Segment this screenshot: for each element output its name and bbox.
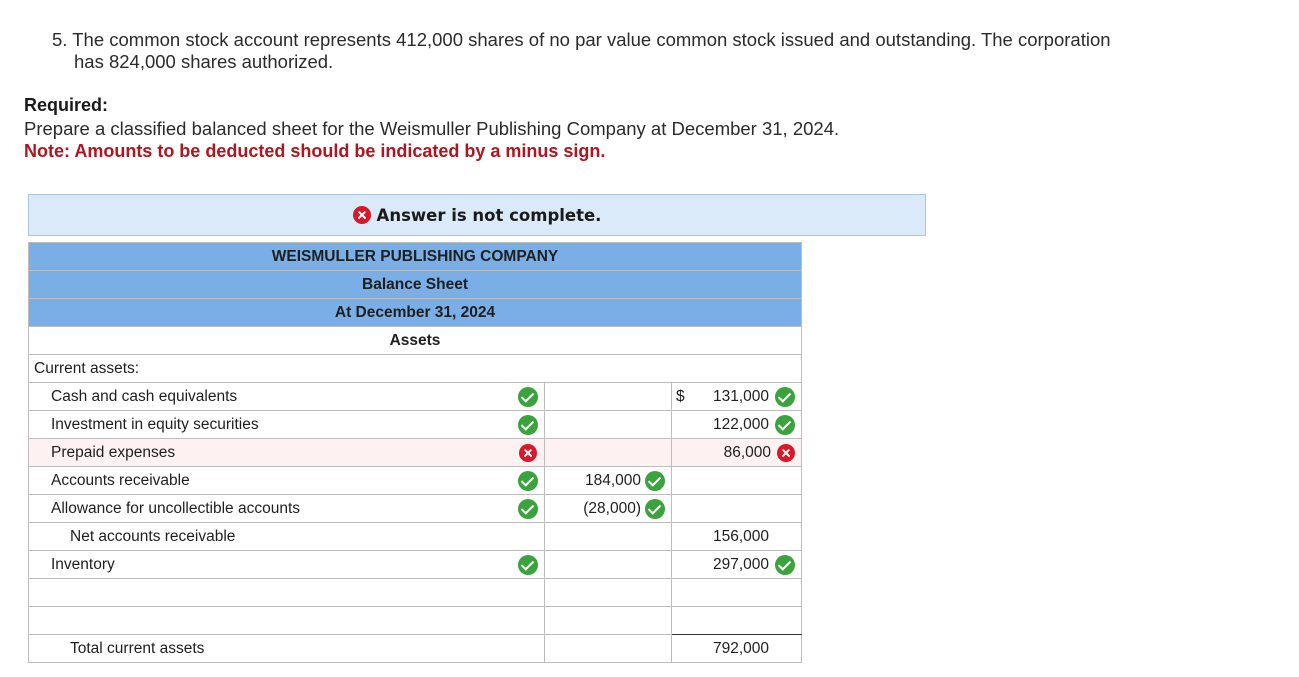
total-label: Total current assets [70,639,205,657]
row-label: Inventory [51,555,115,573]
row-amount-input[interactable]: 297,000 [670,550,803,579]
currency-symbol: $ [676,387,685,405]
row-mid-input[interactable] [544,438,672,467]
row-label-input[interactable] [28,578,545,607]
question-line-2: has 824,000 shares authorized. [74,51,334,72]
total-amount: 792,000 [713,639,770,657]
row-label: Cash and cash equivalents [51,387,238,405]
row-mid-cell [544,522,672,551]
section-row-assets: Assets [27,326,803,355]
total-mid-cell [544,634,672,663]
balance-sheet-table: WEISMULLER PUBLISHING COMPANY Balance Sh… [27,242,803,663]
row-label-cell[interactable]: Cash and cash equivalents [28,382,545,411]
row-mid-input[interactable]: 184,000 [544,466,672,495]
company-name: WEISMULLER PUBLISHING COMPANY [27,242,803,271]
correct-check-icon [775,414,796,435]
row-label-cell[interactable]: Allowance for uncollectible accounts [28,494,545,523]
row-amount-input[interactable]: $ 131,000 [670,382,803,411]
row-amount-cell: 156,000 [670,522,803,551]
row-label: Prepaid expenses [51,443,176,461]
row-label-cell[interactable]: Investment in equity securities [28,410,545,439]
row-amount-input[interactable] [670,606,803,635]
row-label: Accounts receivable [51,471,190,489]
incorrect-x-icon [777,443,796,462]
row-label: Investment in equity securities [51,415,259,433]
row-label-cell[interactable]: Accounts receivable [28,466,545,495]
row-amount-input[interactable] [670,466,803,495]
table-row: Prepaid expenses 86,000 [28,438,803,467]
row-mid-input[interactable] [544,382,672,411]
incorrect-x-icon [519,443,537,462]
row-label-cell[interactable]: Inventory [28,550,545,579]
total-amount-cell: 792,000 [670,634,803,663]
group-row-current-assets: Current assets: [27,354,803,383]
row-label-cell: Net accounts receivable [28,522,545,551]
statement-date: At December 31, 2024 [27,298,803,327]
row-label-cell[interactable]: Prepaid expenses [28,438,545,467]
header-row-company: WEISMULLER PUBLISHING COMPANY [27,242,803,271]
row-mid-value: 184,000 [584,471,641,489]
total-row: Total current assets 792,000 [28,634,803,663]
correct-check-icon [518,498,538,519]
row-mid-input[interactable] [544,606,672,635]
table-row-empty [28,578,803,607]
row-amount: 122,000 [713,415,770,433]
required-note: Note: Amounts to be deducted should be i… [24,141,606,161]
required-text: Prepare a classified balanced sheet for … [24,118,840,139]
section-title: Assets [27,326,803,355]
row-label: Net accounts receivable [70,527,236,545]
row-amount-input[interactable]: 122,000 [670,410,803,439]
correct-check-icon [518,554,538,575]
table-row: Investment in equity securities 122,000 [28,410,803,439]
required-title: Required: [24,95,109,115]
row-mid-input[interactable] [544,578,672,607]
x-circle-icon [352,206,371,224]
correct-check-icon [518,470,538,491]
header-row-date: At December 31, 2024 [27,298,803,327]
row-amount-input[interactable]: 86,000 [670,438,803,467]
answer-status-text: Answer is not complete. [376,205,602,225]
table-row: Cash and cash equivalents $ 131,000 [28,382,803,411]
row-amount-input[interactable] [670,578,803,607]
row-mid-input[interactable] [544,410,672,439]
table-row: Net accounts receivable 156,000 [28,522,803,551]
row-label-input[interactable] [28,606,545,635]
row-amount: 86,000 [723,443,772,461]
row-amount: 131,000 [713,387,770,405]
header-row-title: Balance Sheet [27,270,803,299]
question-text: 5. The common stock account represents 4… [52,29,1212,73]
row-label: Allowance for uncollectible accounts [51,499,300,517]
row-mid-input[interactable] [544,550,672,579]
correct-check-icon [775,554,796,575]
row-amount: 156,000 [713,527,770,545]
statement-title: Balance Sheet [27,270,803,299]
correct-check-icon [775,386,796,407]
row-amount: 297,000 [713,555,770,573]
table-row: Inventory 297,000 [28,550,803,579]
question-line-1: 5. The common stock account represents 4… [52,29,1111,50]
correct-check-icon [645,498,665,519]
answer-status-banner: Answer is not complete. [28,194,926,236]
group-label: Current assets: [27,354,803,383]
table-row: Allowance for uncollectible accounts (28… [28,494,803,523]
row-amount-input[interactable] [670,494,803,523]
total-label-cell: Total current assets [28,634,545,663]
correct-check-icon [518,414,538,435]
correct-check-icon [518,386,538,407]
table-row-empty [28,606,803,635]
table-row: Accounts receivable 184,000 [28,466,803,495]
row-mid-input[interactable]: (28,000) [544,494,672,523]
row-mid-value: (28,000) [583,499,641,517]
correct-check-icon [645,470,665,491]
